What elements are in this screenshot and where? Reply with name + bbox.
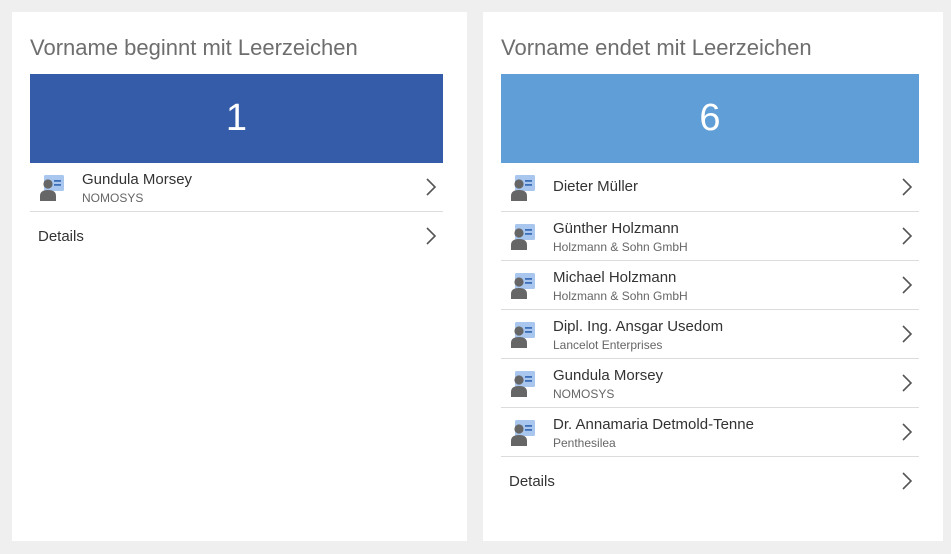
chevron-right-icon: [901, 177, 913, 197]
chevron-right-icon: [901, 422, 913, 442]
contact-text: Günther Holzmann Holzmann & Sohn GmbH: [553, 219, 879, 255]
contact-row[interactable]: Günther Holzmann Holzmann & Sohn GmbH: [501, 212, 919, 261]
contact-company: Lancelot Enterprises: [553, 338, 663, 352]
contact-text: Gundula Morsey NOMOSYS: [553, 366, 879, 402]
chevron-right-icon: [901, 373, 913, 393]
contact-name: Gundula Morsey: [553, 367, 664, 384]
contact-name: Dr. Annamaria Detmold-Tenne: [553, 416, 754, 433]
details-row[interactable]: Details: [30, 212, 443, 261]
card-first-name-leading-space: Vorname beginnt mit Leerzeichen 1 Gundul…: [12, 12, 467, 541]
contact-company: Holzmann & Sohn GmbH: [553, 289, 688, 303]
contact-card-icon: [511, 175, 535, 201]
contact-name: Michael Holzmann: [553, 269, 677, 286]
contact-text: Dr. Annamaria Detmold-Tenne Penthesilea: [553, 415, 879, 451]
contact-card-icon: [511, 273, 535, 299]
contact-text: Dipl. Ing. Ansgar Usedom Lancelot Enterpr…: [553, 317, 879, 353]
count-tile[interactable]: 1: [30, 74, 443, 163]
contact-row[interactable]: Michael Holzmann Holzmann & Sohn GmbH: [501, 261, 919, 310]
count-tile[interactable]: 6: [501, 74, 919, 163]
contact-card-icon: [511, 322, 535, 348]
card-title: Vorname beginnt mit Leerzeichen: [30, 35, 358, 60]
contact-company: Penthesilea: [553, 436, 616, 450]
contact-row[interactable]: Dr. Annamaria Detmold-Tenne Penthesilea: [501, 408, 919, 457]
contact-name: Dieter Müller: [553, 178, 639, 195]
contact-card-icon: [511, 224, 535, 250]
chevron-right-icon: [901, 471, 913, 491]
chevron-right-icon: [901, 324, 913, 344]
card-title: Vorname endet mit Leerzeichen: [501, 35, 812, 60]
contact-text: Gundula Morsey NOMOSYS: [82, 170, 403, 206]
contact-row[interactable]: Dipl. Ing. Ansgar Usedom Lancelot Enterpr…: [501, 310, 919, 359]
details-label: Details: [38, 228, 84, 245]
count-value: 1: [225, 97, 248, 139]
chevron-right-icon: [425, 177, 437, 197]
details-row[interactable]: Details: [501, 457, 919, 506]
contact-company: NOMOSYS: [553, 387, 615, 401]
contact-card-icon: [511, 420, 535, 446]
contact-card-icon: [511, 371, 535, 397]
contact-company: Holzmann & Sohn GmbH: [553, 240, 688, 254]
contact-name: Dipl. Ing. Ansgar Usedom: [553, 318, 724, 335]
contact-company: NOMOSYS: [82, 191, 144, 205]
contact-row[interactable]: Gundula Morsey NOMOSYS: [501, 359, 919, 408]
chevron-right-icon: [901, 275, 913, 295]
contact-row[interactable]: Dieter Müller: [501, 163, 919, 212]
card-first-name-trailing-space: Vorname endet mit Leerzeichen 6 Dieter M…: [483, 12, 943, 541]
contact-text: Dieter Müller: [553, 177, 879, 197]
contact-name: Gundula Morsey: [82, 171, 193, 188]
contact-text: Michael Holzmann Holzmann & Sohn GmbH: [553, 268, 879, 304]
contact-card-icon: [40, 175, 64, 201]
contact-row[interactable]: Gundula Morsey NOMOSYS: [30, 163, 443, 212]
details-label: Details: [509, 473, 555, 490]
chevron-right-icon: [901, 226, 913, 246]
count-value: 6: [699, 97, 721, 139]
chevron-right-icon: [425, 226, 437, 246]
contact-name: Günther Holzmann: [553, 220, 679, 237]
contact-list: Dieter Müller Günther Holzmann Holzmann & …: [501, 163, 919, 506]
contact-list: Gundula Morsey NOMOSYS Details: [30, 163, 443, 261]
